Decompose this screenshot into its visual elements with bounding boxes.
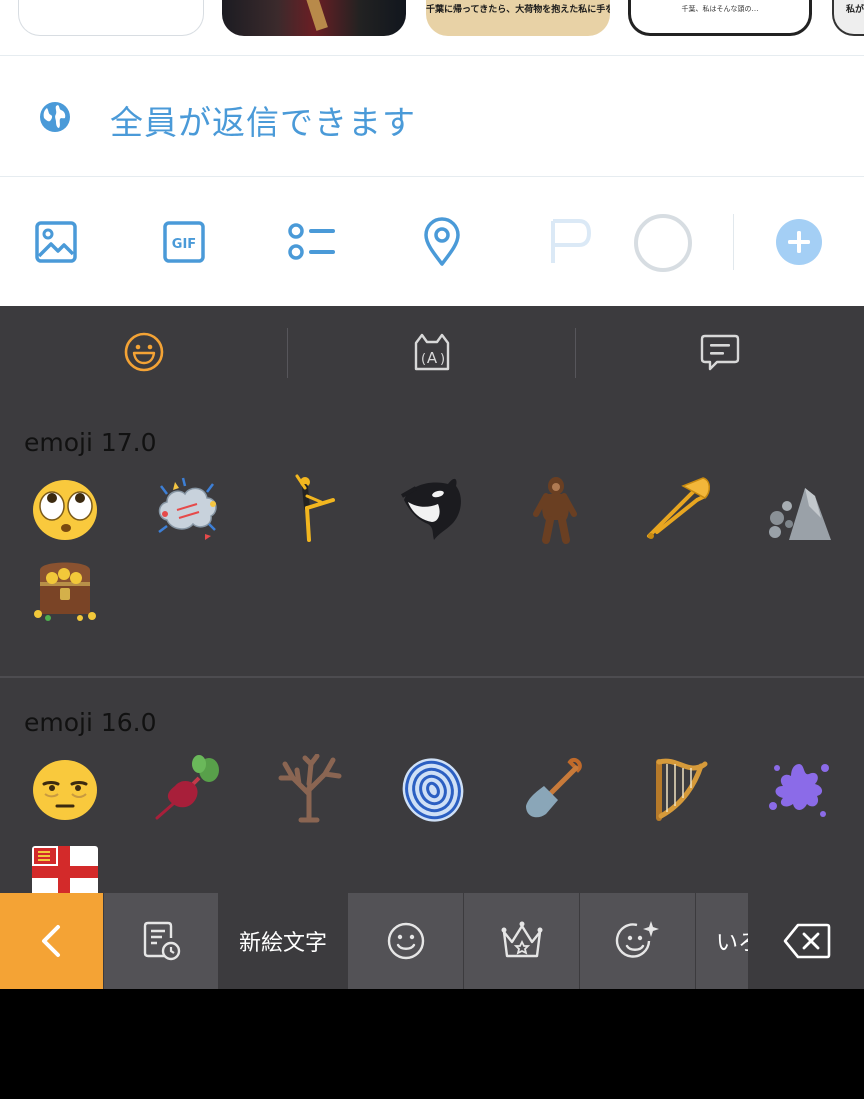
trombone-emoji[interactable] (641, 472, 715, 546)
treasure-chest-emoji[interactable] (28, 552, 102, 626)
recent-history-tab[interactable] (104, 893, 218, 989)
section-title: emoji 16.0 (24, 708, 157, 737)
crown-icon (501, 921, 542, 958)
image-icon[interactable] (28, 214, 84, 270)
sparkle-face-icon (615, 921, 659, 958)
new-emoji-tab[interactable]: 新絵文字 (219, 893, 347, 989)
smiley-icon (387, 922, 424, 960)
thumbnail-caption: 千葉に帰ってきたら、大荷物を抱えた私に手を振る小さな集団が！ (426, 5, 610, 15)
svg-text:A: A (427, 349, 438, 367)
distorted-face-emoji[interactable] (28, 472, 102, 546)
new-emoji-label: 新絵文字 (238, 931, 327, 956)
thumbnail-caption: 千葉、私はそんな頭の… (681, 5, 759, 13)
gif-icon[interactable]: GIF (156, 214, 212, 270)
svg-text:): ) (440, 352, 445, 367)
back-button[interactable] (0, 893, 103, 989)
camera-preview-tile[interactable] (18, 0, 204, 36)
root-vegetable-emoji[interactable] (151, 752, 225, 826)
kaomoji-tab-icon[interactable]: A ( ) (402, 326, 462, 378)
shovel-emoji[interactable] (518, 752, 592, 826)
section-title: emoji 17.0 (24, 428, 157, 457)
more-category-label: いろ (716, 931, 748, 956)
keyboard-category-bar: 新絵文字 いろ (0, 893, 864, 989)
tab-separator (287, 328, 288, 378)
leafless-tree-emoji[interactable] (273, 752, 347, 826)
svg-text:(: ( (421, 352, 426, 367)
svg-text:GIF: GIF (172, 237, 196, 252)
crown-tab[interactable] (464, 893, 579, 989)
screen-bottom-black (0, 989, 864, 1099)
splatter-emoji[interactable] (763, 752, 837, 826)
media-thumbnail[interactable]: 千葉に帰ってきたら、大荷物を抱えた私に手を振る小さな集団が！ (426, 0, 610, 36)
face-with-bags-under-eyes-emoji[interactable] (28, 752, 102, 826)
hairy-creature-emoji[interactable] (518, 472, 592, 546)
backspace-icon (783, 923, 830, 959)
fight-cloud-emoji[interactable] (151, 472, 225, 546)
section-divider (0, 676, 864, 678)
schedule-icon[interactable] (540, 214, 596, 270)
add-thread-button[interactable] (771, 214, 827, 270)
media-thumbnail[interactable]: 千葉、私はそんな頭の… (628, 0, 812, 36)
compose-area: 千葉に帰ってきたら、大荷物を抱えた私に手を振る小さな集団が！ 千葉、私はそんな頭… (0, 0, 864, 306)
more-category-tab[interactable]: いろ (696, 893, 748, 989)
toolbar-divider (733, 214, 734, 270)
media-thumbnail[interactable]: 私が (832, 0, 864, 36)
ballet-dancer-emoji[interactable] (273, 472, 347, 546)
landslide-emoji[interactable] (763, 472, 837, 546)
sparkle-face-tab[interactable] (580, 893, 695, 989)
harp-emoji[interactable] (641, 752, 715, 826)
chevron-left-icon (41, 925, 60, 957)
globe-icon (39, 101, 71, 133)
reply-setting-label[interactable]: 全員が返信できます (110, 96, 416, 144)
backspace-button[interactable] (749, 893, 864, 989)
media-preview-strip: 千葉に帰ってきたら、大荷物を抱えた私に手を振る小さな集団が！ 千葉、私はそんな頭… (0, 0, 864, 56)
character-count-ring (630, 212, 696, 274)
tab-separator (575, 328, 576, 378)
recent-history-icon (143, 921, 181, 961)
emoji-tab-icon[interactable] (114, 326, 174, 378)
location-icon[interactable] (414, 214, 470, 270)
media-thumbnail[interactable] (222, 0, 406, 36)
orca-emoji[interactable] (396, 472, 470, 546)
thumbnail-caption: 私が (846, 5, 864, 15)
keyboard-tab-row: A ( ) (0, 306, 864, 398)
sticker-message-tab-icon[interactable] (690, 326, 750, 378)
fingerprint-emoji[interactable] (396, 752, 470, 826)
emoji-keyboard: A ( ) emoji 17.0 emoji 16.0 (0, 306, 864, 989)
add-thread-icon (776, 219, 822, 265)
poll-icon[interactable] (284, 214, 340, 270)
smiley-tab[interactable] (348, 893, 463, 989)
